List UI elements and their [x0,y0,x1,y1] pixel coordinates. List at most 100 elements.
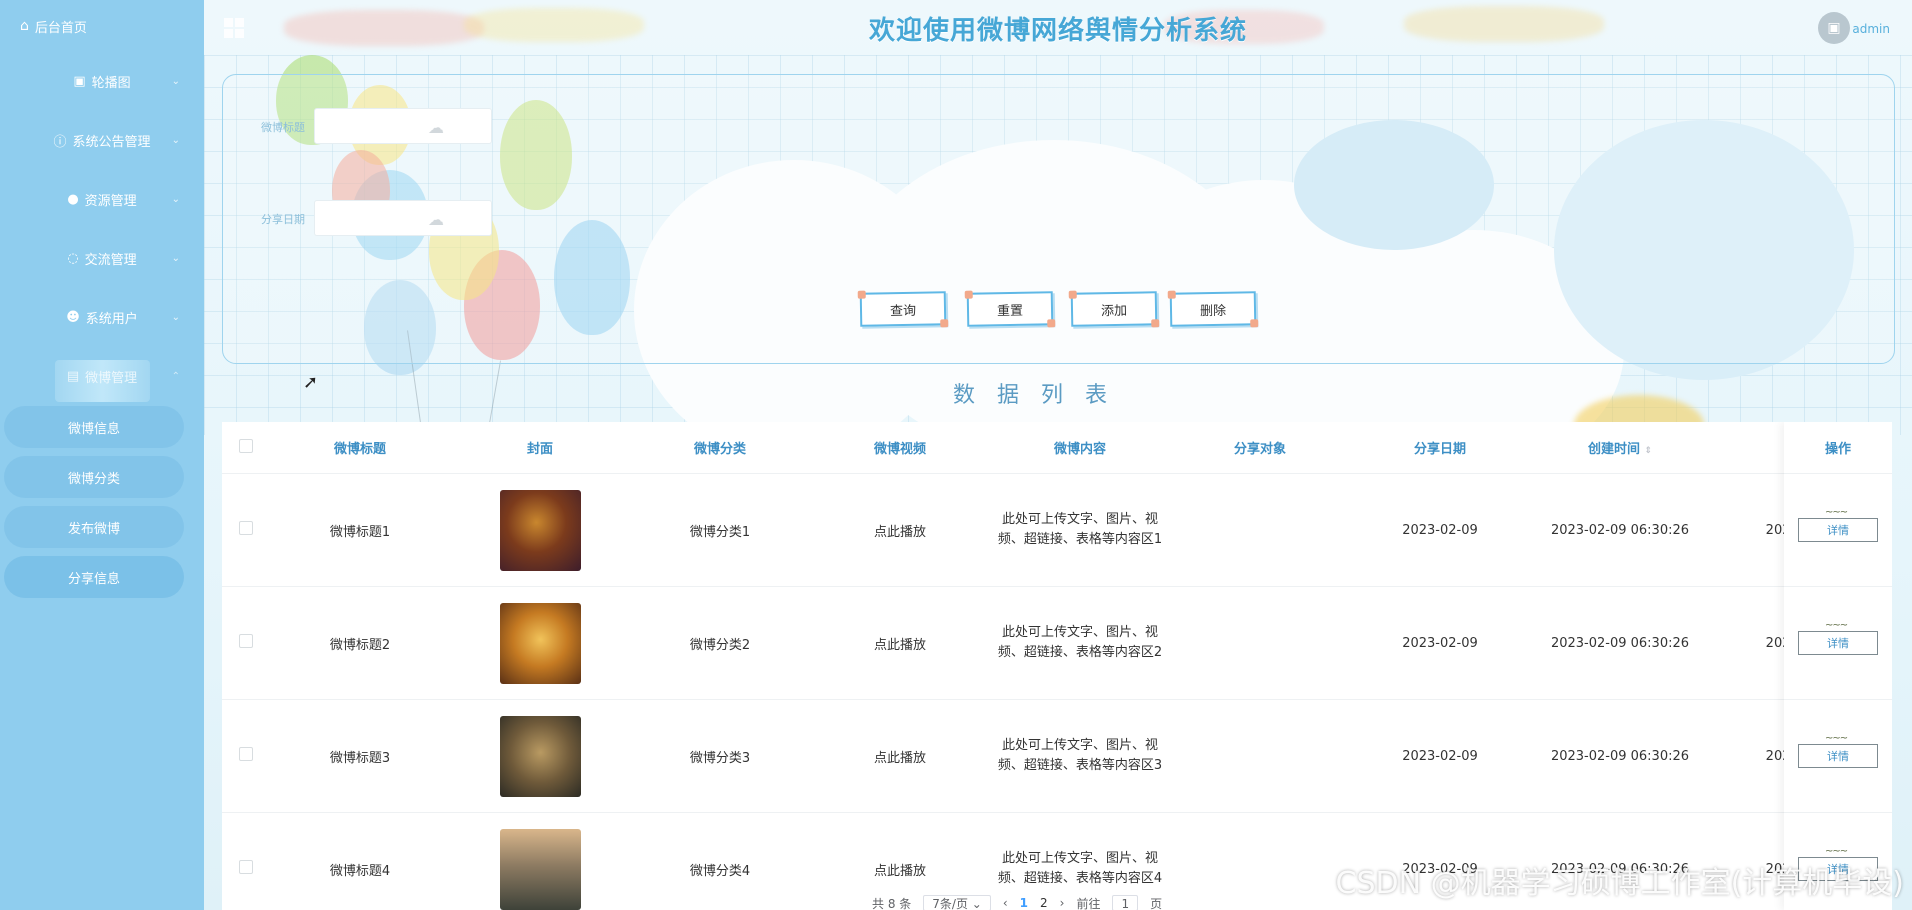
play-video-link[interactable]: 点此播放 [810,747,990,766]
table-row: 微博标题3 微博分类3 点此播放 此处可上传文字、图片、视频、超链接、表格等内容… [222,700,1892,813]
play-video-link[interactable]: 点此播放 [810,521,990,540]
chat-icon: ◌ [67,251,79,266]
cell-created: 2023-02-09 06:30:26 [1550,635,1690,651]
next-page-icon[interactable]: › [1060,896,1065,910]
page-size-select[interactable]: 7条/页 ⌄ [923,895,991,910]
row-checkbox[interactable] [239,860,253,874]
share-date-search-input[interactable]: ☁ [314,200,492,236]
cover-image [499,489,581,571]
cloud-icon: ☁ [428,210,444,229]
cell-content: 此处可上传文字、图片、视频、超链接、表格等内容区2 [997,625,1163,660]
select-all-checkbox[interactable] [239,438,253,453]
home-icon: ⌂ [20,18,29,34]
sidebar: ⌂ 后台首页 ▣ 轮播图 ⌄ ⓘ 系统公告管理 ⌄ ● 资源管理 ⌄ ◌ 交流管… [0,0,204,910]
row-checkbox[interactable] [239,747,253,761]
actions-column: 操作 详情 详情 详情 详情 [1784,422,1892,910]
sidebar-subitem-publish-weibo[interactable]: 发布微博 [4,506,184,548]
table-row: 微博标题1 微博分类1 点此播放 此处可上传文字、图片、视频、超链接、表格等内容… [222,474,1892,587]
sidebar-item-label: 交流管理 [84,253,137,268]
cell-share-date: 2023-02-09 [1402,748,1478,764]
sidebar-item-label: 系统用户 [85,312,138,327]
sidebar-item-label: 系统公告管理 [72,135,151,150]
goto-page-input[interactable]: 1 [1112,895,1139,910]
sidebar-item-carousel[interactable]: ▣ 轮播图 ⌄ [0,52,204,111]
chevron-down-icon: ⌄ [171,253,180,264]
cell-content: 此处可上传文字、图片、视频、超链接、表格等内容区4 [997,851,1163,886]
info-icon: ⓘ [53,135,67,150]
play-video-link[interactable]: 点此播放 [810,634,990,653]
title-field-label: 微博标题 [261,121,305,134]
cell-title: 微博标题1 [329,524,391,540]
cell-created: 2023-02-09 06:30:26 [1550,748,1690,764]
col-header: 微博内容 [1053,442,1106,457]
data-table: 微博标题 封面 微博分类 微博视频 微博内容 分享对象 分享日期 创建时间 ⇕ … [222,422,1892,910]
sidebar-item-announcement[interactable]: ⓘ 系统公告管理 ⌄ [0,111,204,170]
table-header: 微博标题 封面 微博分类 微博视频 微博内容 分享对象 分享日期 创建时间 ⇕ … [222,422,1892,474]
share-date-field-label: 分享日期 [261,213,305,226]
chevron-down-icon: ⌄ [971,897,982,910]
list-title: 数据列表 [952,383,1129,408]
image-icon: ▣ [73,74,86,89]
cell-share-date: 2023-02-09 [1402,635,1478,651]
page-number[interactable]: 1 [1020,896,1028,910]
row-checkbox[interactable] [239,521,253,535]
cell-category: 微博分类1 [689,524,751,540]
cover-image [499,602,581,684]
mouse-cursor-icon: ➚ [303,372,319,393]
sidebar-subitem-weibo-info[interactable]: 微博信息 [4,406,184,448]
sidebar-item-label: 资源管理 [84,194,137,209]
table-row: 微博标题2 微博分类2 点此播放 此处可上传文字、图片、视频、超链接、表格等内容… [222,587,1892,700]
avatar[interactable]: ▣ [1818,12,1850,44]
col-header: 微博标题 [333,442,386,457]
sidebar-home-label: 后台首页 [34,20,87,36]
sidebar-item-resources[interactable]: ● 资源管理 ⌄ [0,170,204,229]
sort-icon: ⇕ [1644,446,1653,456]
cloud-icon: ☁ [428,118,444,137]
col-header-label: 创建时间 [1587,442,1640,457]
page-title: 欢迎使用微博网络舆情分析系统 [868,16,1247,46]
top-header: 欢迎使用微博网络舆情分析系统 ▣ admin [204,0,1912,55]
page-unit-label: 页 [1150,896,1163,910]
detail-button[interactable]: 详情 [1798,620,1878,655]
chevron-down-icon: ⌄ [171,312,180,323]
col-header: 微博分类 [693,442,746,457]
sidebar-subitem-share-info[interactable]: 分享信息 [4,556,184,598]
cell-category: 微博分类3 [689,750,751,766]
page-number[interactable]: 2 [1040,896,1048,910]
detail-button[interactable]: 详情 [1798,507,1878,542]
reset-button[interactable]: 重置 [966,291,1054,327]
add-button[interactable]: 添加 [1070,291,1158,327]
col-header-sortable[interactable]: 创建时间 ⇕ [1530,438,1710,457]
sidebar-subitem-weibo-category[interactable]: 微博分类 [4,456,184,498]
play-video-link[interactable]: 点此播放 [810,860,990,879]
row-checkbox[interactable] [239,634,253,648]
delete-button[interactable]: 删除 [1169,291,1257,327]
cell-category: 微博分类4 [689,863,751,879]
chevron-down-icon: ⌄ [171,135,180,146]
cell-title: 微博标题4 [329,863,391,879]
sidebar-item-system-users[interactable]: ☻ 系统用户 ⌄ [0,288,204,347]
sidebar-item-label: 轮播图 [91,76,131,91]
pagination: 共 8 条 7条/页 ⌄ ‹ 1 2 › 前往 1 页 [872,895,1162,910]
cell-title: 微博标题3 [329,750,391,766]
col-header: 分享对象 [1233,442,1286,457]
sidebar-home[interactable]: ⌂ 后台首页 [0,0,204,52]
col-header: 操作 [1784,422,1892,474]
col-header: 微博视频 [873,442,926,457]
user-icon: ☻ [66,310,80,325]
chevron-down-icon: ⌄ [171,76,180,87]
detail-button[interactable]: 详情 [1798,733,1878,768]
cell-title: 微博标题2 [329,637,391,653]
cell-share-date: 2023-02-09 [1402,522,1478,538]
title-search-input[interactable]: ☁ [314,108,492,144]
cell-category: 微博分类2 [689,637,751,653]
cell-content: 此处可上传文字、图片、视频、超链接、表格等内容区3 [997,738,1163,773]
cover-image [499,828,581,910]
query-button[interactable]: 查询 [859,291,947,327]
sidebar-item-communication[interactable]: ◌ 交流管理 ⌄ [0,229,204,288]
username[interactable]: admin [1852,22,1890,36]
page-size-value: 7条/页 [932,897,968,910]
chevron-down-icon: ⌄ [171,194,180,205]
location-icon: ● [67,192,79,207]
prev-page-icon[interactable]: ‹ [1003,896,1008,910]
